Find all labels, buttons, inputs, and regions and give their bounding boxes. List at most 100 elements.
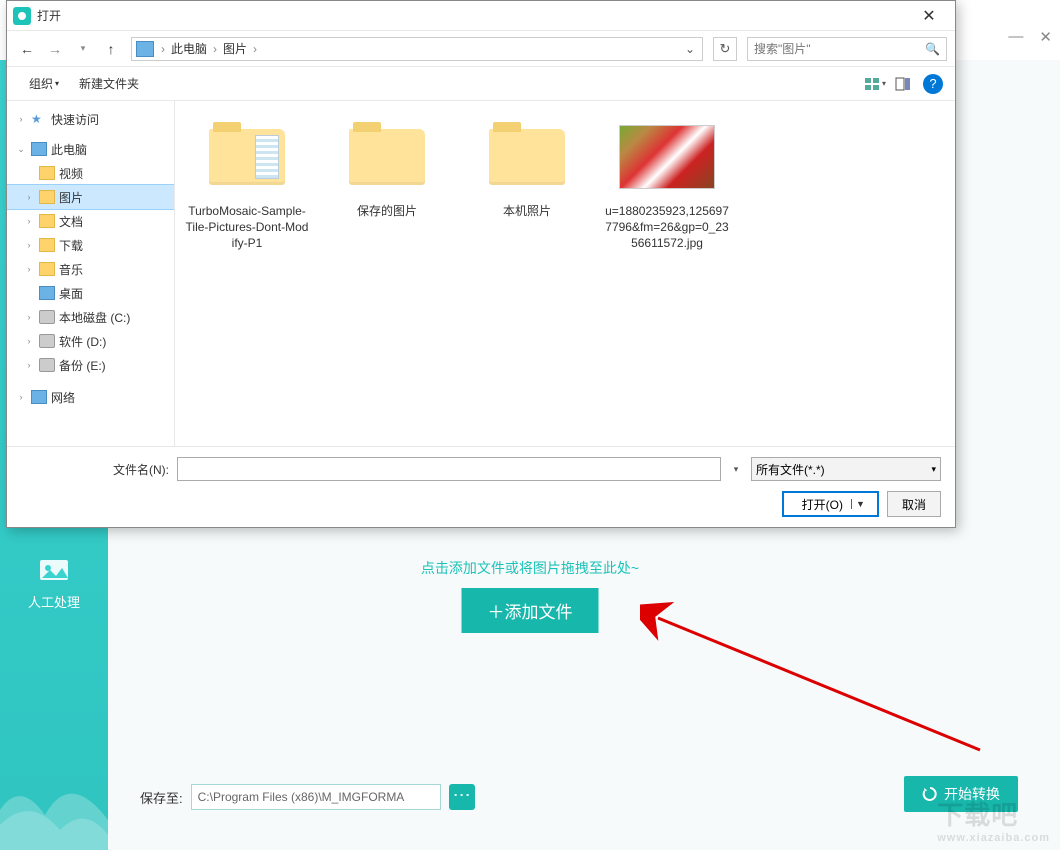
file-name: u=1880235923,1256977796&fm=26&gp=0_23566… — [603, 203, 731, 252]
help-button[interactable]: ? — [923, 74, 943, 94]
search-box[interactable]: 🔍 — [747, 37, 947, 61]
folder-icon — [489, 129, 565, 185]
file-item[interactable]: 本机照片 — [463, 119, 591, 219]
dialog-titlebar: 打开 ✕ — [7, 1, 955, 31]
breadcrumb[interactable]: › 此电脑 › 图片 › ⌄ — [131, 37, 703, 61]
sidebar-label: 人工处理 — [0, 592, 108, 611]
cancel-button[interactable]: 取消 — [887, 491, 941, 517]
file-name: 本机照片 — [463, 203, 591, 219]
filename-label: 文件名(N): — [21, 461, 169, 478]
folder-icon — [209, 129, 285, 185]
tree-item[interactable]: › 软件 (D:) — [7, 329, 174, 353]
file-name: 保存的图片 — [323, 203, 451, 219]
expand-icon[interactable]: › — [23, 192, 35, 202]
dialog-close-button[interactable]: ✕ — [909, 6, 949, 26]
chevron-right-icon: › — [158, 42, 168, 56]
tree-label: 此电脑 — [51, 141, 87, 158]
disk-icon — [39, 358, 55, 372]
tree-item[interactable]: 视频 — [7, 161, 174, 185]
drop-hint-text: 点击添加文件或将图片拖拽至此处~ — [421, 558, 639, 578]
tree-label: 软件 (D:) — [59, 333, 106, 350]
tree-item[interactable]: › 音乐 — [7, 257, 174, 281]
tree-item[interactable]: › 本地磁盘 (C:) — [7, 305, 174, 329]
expand-icon[interactable]: › — [23, 360, 35, 370]
organize-menu[interactable]: 组织▾ — [19, 71, 69, 96]
refresh-button[interactable]: ↻ — [713, 37, 737, 61]
pc-icon — [39, 286, 55, 300]
tree-item[interactable]: › 文档 — [7, 209, 174, 233]
close-icon[interactable]: ✕ — [1039, 28, 1052, 46]
file-item[interactable]: TurboMosaic-Sample-Tile-Pictures-Dont-Mo… — [183, 119, 311, 252]
saveto-label: 保存至: — [140, 788, 183, 807]
decoration-hills — [0, 760, 108, 850]
saveto-row: 保存至: ⋯ — [140, 784, 1020, 810]
dialog-footer: 文件名(N): ▾ 所有文件(*.*)▾ 打开(O) ▼ 取消 — [7, 446, 955, 527]
sidebar-item-manual[interactable]: 人工处理 — [0, 540, 108, 625]
nav-recent-dropdown[interactable]: ▾ — [71, 37, 95, 61]
minimize-icon[interactable]: — — [1008, 28, 1023, 46]
add-file-button[interactable]: ＋添加文件 — [462, 588, 599, 633]
file-open-dialog: 打开 ✕ ← → ▾ ↑ › 此电脑 › 图片 › ⌄ ↻ 🔍 组织▾ 新建文件… — [6, 0, 956, 528]
nav-back-button[interactable]: ← — [15, 37, 39, 61]
saveto-input[interactable] — [191, 784, 441, 810]
new-folder-button[interactable]: 新建文件夹 — [69, 71, 149, 96]
breadcrumb-dropdown[interactable]: ⌄ — [682, 42, 698, 56]
search-icon[interactable]: 🔍 — [925, 42, 940, 56]
folder-icon — [349, 129, 425, 185]
expand-icon[interactable]: › — [15, 392, 27, 402]
breadcrumb-segment[interactable]: 此电脑 — [168, 40, 210, 57]
expand-icon[interactable]: › — [23, 336, 35, 346]
tree-item[interactable]: › 下载 — [7, 233, 174, 257]
nav-up-button[interactable]: ↑ — [99, 37, 123, 61]
tree-item[interactable]: ›★快速访问 — [7, 107, 174, 131]
file-grid: TurboMosaic-Sample-Tile-Pictures-Dont-Mo… — [175, 101, 955, 446]
open-split-dropdown[interactable]: ▼ — [851, 499, 869, 509]
preview-pane-button[interactable] — [889, 77, 917, 91]
tree-item[interactable]: 桌面 — [7, 281, 174, 305]
tree-item[interactable]: › 备份 (E:) — [7, 353, 174, 377]
tree-label: 下载 — [59, 237, 83, 254]
expand-icon[interactable]: › — [23, 312, 35, 322]
tree-label: 备份 (E:) — [59, 357, 106, 374]
folder-y-icon — [39, 238, 55, 252]
open-button[interactable]: 打开(O) ▼ — [782, 491, 879, 517]
dialog-body: ›★快速访问 ⌄ 此电脑视频 › 图片 › 文档 › 下载 › 音乐桌面 › 本地磁盘 (C:) › 软件 … — [7, 101, 955, 446]
expand-icon[interactable]: › — [23, 264, 35, 274]
search-input[interactable] — [754, 42, 925, 56]
tree-label: 本地磁盘 (C:) — [59, 309, 130, 326]
expand-icon[interactable]: ⌄ — [15, 144, 27, 155]
disk-icon — [39, 310, 55, 324]
expand-icon[interactable]: › — [15, 114, 27, 124]
nav-bar: ← → ▾ ↑ › 此电脑 › 图片 › ⌄ ↻ 🔍 — [7, 31, 955, 67]
file-item[interactable]: u=1880235923,1256977796&fm=26&gp=0_23566… — [603, 119, 731, 252]
app-icon — [13, 7, 31, 25]
folder-y-icon — [39, 262, 55, 276]
file-item[interactable]: 保存的图片 — [323, 119, 451, 219]
disk-icon — [39, 334, 55, 348]
view-mode-button[interactable]: ▾ — [861, 77, 889, 91]
breadcrumb-segment[interactable]: 图片 — [220, 40, 250, 57]
tree-item[interactable]: ⌄ 此电脑 — [7, 137, 174, 161]
image-thumbnail — [619, 125, 715, 189]
browse-button[interactable]: ⋯ — [449, 784, 475, 810]
bg-window-controls: — ✕ — [1008, 28, 1052, 46]
expand-icon[interactable]: › — [23, 216, 35, 226]
file-filter-dropdown[interactable]: 所有文件(*.*)▾ — [751, 457, 941, 481]
tree-label: 文档 — [59, 213, 83, 230]
folder-y-icon — [39, 166, 55, 180]
tree-item[interactable]: › 网络 — [7, 385, 174, 409]
folder-y-icon — [39, 190, 55, 204]
tree-label: 图片 — [59, 189, 83, 206]
tree-item[interactable]: › 图片 — [7, 185, 174, 209]
tree-label: 网络 — [51, 389, 75, 406]
chevron-right-icon: › — [250, 42, 260, 56]
dialog-title: 打开 — [37, 7, 909, 24]
filename-input[interactable] — [177, 457, 721, 481]
expand-icon[interactable]: › — [23, 240, 35, 250]
filename-history-dropdown[interactable]: ▾ — [729, 464, 743, 475]
tree-label: 音乐 — [59, 261, 83, 278]
watermark: 下载吧 www.xiazaiba.com — [937, 795, 1050, 844]
chevron-right-icon: › — [210, 42, 220, 56]
toolbar: 组织▾ 新建文件夹 ▾ ? — [7, 67, 955, 101]
nav-forward-button[interactable]: → — [43, 37, 67, 61]
